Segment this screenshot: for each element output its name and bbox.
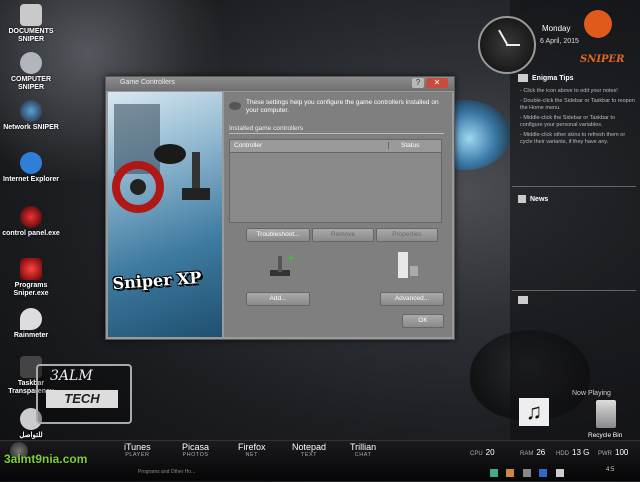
programs-icon	[20, 258, 42, 280]
computer-icon	[20, 52, 42, 74]
desktop-icon-programs[interactable]: Programs Sniper.exe	[0, 258, 62, 298]
taskbar-app-picasa[interactable]: Picasa PHOTOS	[182, 442, 209, 458]
desktop-icon-control-panel[interactable]: control panel.exe	[0, 206, 62, 238]
advanced-button[interactable]: Advanced...	[380, 292, 444, 306]
pwr-stat: PWR 100	[598, 448, 629, 457]
svg-text:+: +	[286, 251, 296, 265]
clock-hour-hand	[498, 29, 508, 45]
close-button[interactable]: ✕	[426, 78, 448, 88]
volume-icon[interactable]	[555, 469, 564, 477]
tips-list: - Click the icon above to edit your note…	[520, 88, 635, 146]
tray-icon[interactable]	[539, 469, 548, 477]
intro-text: These settings help you configure the ga…	[246, 99, 439, 114]
hdd-stat: HDD 13 G	[556, 448, 590, 457]
dialog-content: These settings help you configure the ga…	[224, 92, 452, 337]
sidebar-divider	[512, 186, 636, 187]
rainmeter-icon	[20, 308, 42, 330]
joystick-add-icon: +	[270, 251, 296, 276]
tip-item: - Click the icon above to edit your note…	[520, 88, 618, 94]
ram-stat: RAM 26	[520, 448, 546, 457]
desktop-icon-computer[interactable]: COMPUTER SNIPER	[0, 52, 62, 92]
taskbar-app-trillian[interactable]: Trillian CHAT	[350, 442, 376, 458]
tray-icon[interactable]	[490, 469, 498, 477]
ubuntu-logo-icon	[584, 10, 612, 38]
gamepad-icon	[229, 102, 241, 110]
app-sub: PLAYER	[125, 452, 150, 458]
taskbar-app-firefox[interactable]: Firefox NET	[238, 442, 266, 458]
internet-explorer-icon	[20, 152, 42, 174]
documents-icon	[20, 4, 42, 26]
group-label: Installed game controllers	[229, 125, 304, 132]
add-button[interactable]: Add...	[246, 292, 310, 306]
book-icon	[518, 296, 528, 304]
controllers-list[interactable]: Controller Status	[229, 139, 442, 223]
calmtech-logo-line1: 3ALM	[50, 368, 93, 384]
tray-icon[interactable]	[522, 469, 531, 477]
game-controllers-dialog: Game Controllers ? ✕ Sniper XP These set…	[105, 76, 455, 340]
news-title: News	[530, 195, 549, 203]
network-icon	[20, 100, 42, 122]
group-divider	[229, 133, 444, 134]
news-icon	[518, 195, 526, 203]
clock-day: Monday	[542, 24, 571, 33]
recycle-bin-label: Recycle Bin	[588, 432, 623, 439]
desktop-icon-internet-explorer[interactable]: Internet Explorer	[0, 152, 62, 184]
sidebar-divider	[512, 290, 636, 291]
properties-button[interactable]: Properties	[376, 228, 438, 242]
app-sub: NET	[245, 452, 258, 458]
dialog-title: Game Controllers	[120, 79, 175, 86]
app-name: Picasa	[182, 442, 210, 452]
desktop-icon-documents[interactable]: DOCUMENTS SNIPER	[0, 4, 62, 44]
taskbar-subtext: Programs and Other Ho...	[138, 469, 196, 475]
system-tray	[490, 464, 600, 477]
desktop-icon-rainmeter[interactable]: Rainmeter	[0, 308, 62, 340]
control-panel-icon	[20, 206, 42, 228]
app-name: iTunes	[124, 442, 151, 452]
taskbar-app-itunes[interactable]: iTunes PLAYER	[124, 442, 151, 458]
ok-button[interactable]: OK	[402, 314, 444, 328]
analog-clock	[478, 16, 536, 74]
tray-clock[interactable]: 4:5	[606, 467, 614, 473]
music-note-icon[interactable]: ♫	[519, 398, 549, 426]
help-button[interactable]: ?	[412, 78, 424, 88]
desktop-icon-network[interactable]: Network SNIPER	[0, 100, 62, 132]
column-controller[interactable]: Controller	[234, 142, 262, 149]
sniper-logo: SNIPER	[580, 54, 625, 65]
tray-icon[interactable]	[506, 469, 515, 477]
sniper-xp-brand: Sniper XP	[111, 267, 203, 294]
enigma-tips-title: Enigma Tips	[532, 74, 574, 82]
news-heading[interactable]: News	[518, 195, 548, 203]
app-sub: TEXT	[300, 452, 318, 458]
console-icon	[398, 252, 418, 278]
calmtech-logo: 3ALM TECH	[36, 364, 132, 424]
dialog-titlebar[interactable]: Game Controllers ? ✕	[106, 77, 454, 91]
now-playing-label: Now Playing	[572, 390, 611, 397]
controllers-illustration	[112, 104, 210, 213]
app-name: Notepad	[292, 442, 327, 452]
app-sub: CHAT	[354, 452, 372, 458]
cpu-stat: CPU 20	[470, 448, 495, 457]
app-name: Trillian	[350, 442, 377, 452]
tip-item: - Middle-click the Sidebar or Taskbar to…	[520, 115, 615, 128]
remove-button[interactable]: Remove	[312, 228, 374, 242]
troubleshoot-button[interactable]: Troubleshoot...	[246, 228, 310, 242]
clock-minute-hand	[506, 44, 520, 46]
app-sub: PHOTOS	[182, 452, 209, 458]
list-header: Controller Status	[230, 140, 441, 153]
taskbar-app-notepad[interactable]: Notepad TEXT	[292, 442, 326, 458]
site-watermark: 3almt9nia.com	[4, 452, 88, 466]
tip-item: - Double-click the Sidebar or Taskbar to…	[520, 98, 635, 111]
app-name: Firefox	[238, 442, 266, 452]
notes-icon	[518, 74, 528, 82]
calmtech-logo-line2: TECH	[46, 390, 118, 408]
recycle-bin-icon[interactable]	[596, 400, 616, 428]
clock-date: 6 April, 2015	[540, 38, 579, 45]
tip-item: - Middle-click other skins to refresh th…	[520, 132, 626, 145]
book-heading[interactable]	[518, 296, 532, 304]
column-status[interactable]: Status	[388, 142, 419, 149]
enigma-tips-heading[interactable]: Enigma Tips	[518, 74, 574, 82]
dialog-side-banner: Sniper XP	[108, 92, 222, 337]
